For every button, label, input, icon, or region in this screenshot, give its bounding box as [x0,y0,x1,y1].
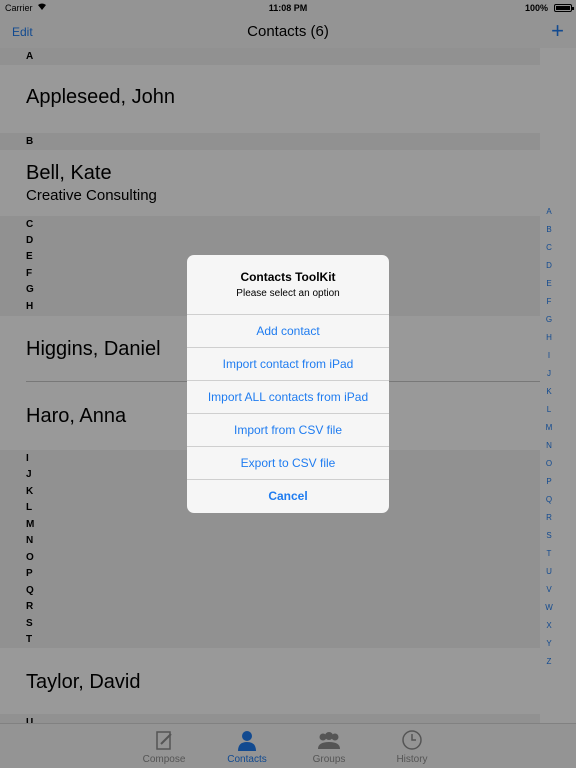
import-contact-button[interactable]: Import contact from iPad [187,347,389,379]
export-csv-button[interactable]: Export to CSV file [187,446,389,478]
options-alert: Contacts ToolKit Please select an option… [187,255,389,513]
cancel-button[interactable]: Cancel [187,479,389,511]
alert-title: Contacts ToolKit [240,270,336,284]
add-contact-button[interactable]: Add contact [187,314,389,346]
import-all-contacts-button[interactable]: Import ALL contacts from iPad [187,380,389,412]
import-csv-button[interactable]: Import from CSV file [187,413,389,445]
alert-message: Please select an option [236,288,340,299]
